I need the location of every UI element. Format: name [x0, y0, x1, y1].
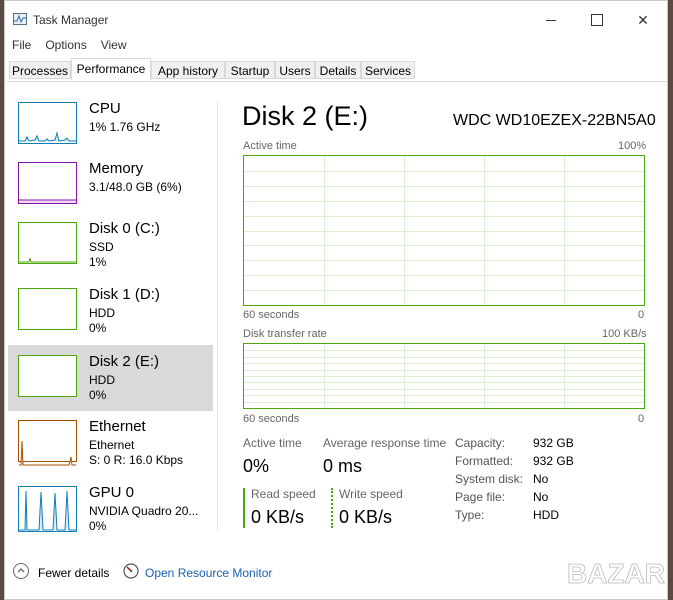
read-speed-label: Read speed: [251, 487, 316, 501]
read-speed-value: 0 KB/s: [251, 507, 305, 527]
chevron-up-icon[interactable]: [13, 563, 29, 579]
menu-view[interactable]: View: [101, 38, 127, 56]
disk-1-usage: 0%: [89, 321, 107, 335]
tab-details[interactable]: Details: [315, 61, 361, 79]
task-manager-window: Task Manager ✕ File Options View Process…: [4, 0, 668, 600]
tab-users[interactable]: Users: [275, 61, 315, 79]
ethernet-thumbnail-graph: [18, 420, 77, 466]
sidebar-item-gpu-0[interactable]: GPU 0 NVIDIA Quadro 20... 0%: [8, 482, 213, 548]
disk-0-usage: 1%: [89, 255, 107, 269]
title-bar: Task Manager ✕: [5, 1, 667, 37]
fewer-details-button[interactable]: Fewer details: [38, 566, 109, 580]
gpu-0-model: NVIDIA Quadro 20...: [89, 504, 199, 518]
sidebar-item-disk-2[interactable]: Disk 2 (E:) HDD 0%: [8, 345, 213, 411]
disk-0-label: Disk 0 (C:): [89, 220, 160, 237]
tab-startup[interactable]: Startup: [225, 61, 275, 79]
menu-bar: File Options View: [12, 38, 127, 56]
cpu-usage: 1% 1.76 GHz: [89, 120, 161, 134]
disk-2-type: HDD: [89, 373, 115, 387]
memory-thumbnail-graph: [18, 162, 77, 204]
active-time-graph-label: Active time: [243, 140, 297, 152]
type-label: Type:: [455, 508, 485, 522]
disk-1-type: HDD: [89, 306, 115, 320]
maximize-icon: [591, 14, 603, 26]
ethernet-label: Ethernet: [89, 418, 146, 435]
disk-0-thumbnail-graph: [18, 222, 77, 264]
capacity-label: Capacity:: [455, 436, 506, 450]
tab-bar: Processes Performance App history Startu…: [7, 58, 667, 82]
menu-options[interactable]: Options: [45, 38, 86, 56]
task-manager-icon: [13, 13, 27, 25]
disk-2-usage: 0%: [89, 388, 107, 402]
close-icon: ✕: [637, 11, 649, 28]
write-speed-value: 0 KB/s: [339, 507, 393, 527]
disk-1-label: Disk 1 (D:): [89, 286, 160, 303]
device-sidebar: CPU 1% 1.76 GHz Memory 3.1/48.0 GB (6%) …: [8, 98, 213, 533]
disk-2-label: Disk 2 (E:): [89, 353, 160, 370]
tab-services[interactable]: Services: [361, 61, 415, 79]
tab-app-history[interactable]: App history: [151, 61, 225, 79]
active-time-graph-min: 0: [638, 309, 645, 321]
active-time-stat-label: Active time: [243, 436, 302, 450]
open-resource-monitor-link[interactable]: Open Resource Monitor: [145, 566, 272, 580]
disk-title: Disk 2 (E:): [242, 101, 369, 131]
sidebar-item-ethernet[interactable]: Ethernet Ethernet S: 0 R: 16.0 Kbps: [8, 416, 213, 482]
avg-response-stat-label: Average response time: [323, 436, 447, 450]
transfer-graph-duration: 60 seconds: [243, 413, 300, 425]
transfer-rate-graph: [243, 343, 645, 409]
formatted-value: 932 GB: [533, 454, 574, 468]
disk-0-type: SSD: [89, 240, 114, 254]
active-time-graph-duration: 60 seconds: [243, 309, 300, 321]
system-disk-label: System disk:: [455, 472, 524, 486]
sidebar-item-memory[interactable]: Memory 3.1/48.0 GB (6%): [8, 158, 213, 224]
menu-file[interactable]: File: [12, 38, 31, 56]
close-button[interactable]: ✕: [621, 7, 665, 33]
maximize-button[interactable]: [575, 7, 619, 33]
minimize-icon: [546, 19, 556, 21]
disk-1-thumbnail-graph: [18, 288, 77, 330]
active-time-stat-value: 0%: [243, 456, 270, 476]
memory-label: Memory: [89, 160, 144, 177]
svg-text:BAZAR: BAZAR: [567, 558, 665, 589]
gpu-0-thumbnail-graph: [18, 486, 77, 532]
write-speed-indicator: [331, 488, 333, 528]
capacity-value: 932 GB: [533, 436, 574, 450]
minimize-button[interactable]: [529, 7, 573, 33]
disk-model: WDC WD10EZEX-22BN5A0: [453, 112, 656, 129]
transfer-graph-label: Disk transfer rate: [243, 328, 327, 340]
system-disk-value: No: [533, 472, 549, 486]
cpu-thumbnail-graph: [18, 102, 77, 144]
sidebar-item-disk-1[interactable]: Disk 1 (D:) HDD 0%: [8, 284, 213, 350]
read-speed-indicator: [243, 488, 245, 528]
type-value: HDD: [533, 508, 559, 522]
disk-2-thumbnail-graph: [18, 355, 77, 397]
memory-usage: 3.1/48.0 GB (6%): [89, 180, 182, 194]
active-time-graph-max: 100%: [618, 140, 647, 152]
gpu-0-usage: 0%: [89, 519, 107, 533]
transfer-graph-max: 100 KB/s: [602, 328, 647, 340]
sidebar-item-cpu[interactable]: CPU 1% 1.76 GHz: [8, 98, 213, 164]
page-file-value: No: [533, 490, 549, 504]
ethernet-adapter: Ethernet: [89, 438, 135, 452]
sidebar-item-disk-0[interactable]: Disk 0 (C:) SSD 1%: [8, 218, 213, 284]
resource-monitor-icon[interactable]: [123, 563, 139, 579]
tab-processes[interactable]: Processes: [9, 61, 71, 79]
sidebar-divider: [217, 101, 218, 531]
write-speed-label: Write speed: [339, 487, 403, 501]
window-title: Task Manager: [33, 13, 109, 27]
tab-performance[interactable]: Performance: [71, 58, 151, 81]
avg-response-stat-value: 0 ms: [323, 456, 363, 476]
formatted-label: Formatted:: [455, 454, 514, 468]
gpu-0-label: GPU 0: [89, 484, 135, 501]
page-file-label: Page file:: [455, 490, 506, 504]
ethernet-throughput: S: 0 R: 16.0 Kbps: [89, 453, 184, 467]
bazar-watermark-logo: BAZAR: [567, 558, 666, 590]
cpu-label: CPU: [89, 100, 121, 117]
active-time-graph: [243, 155, 645, 306]
transfer-graph-min: 0: [638, 413, 645, 425]
